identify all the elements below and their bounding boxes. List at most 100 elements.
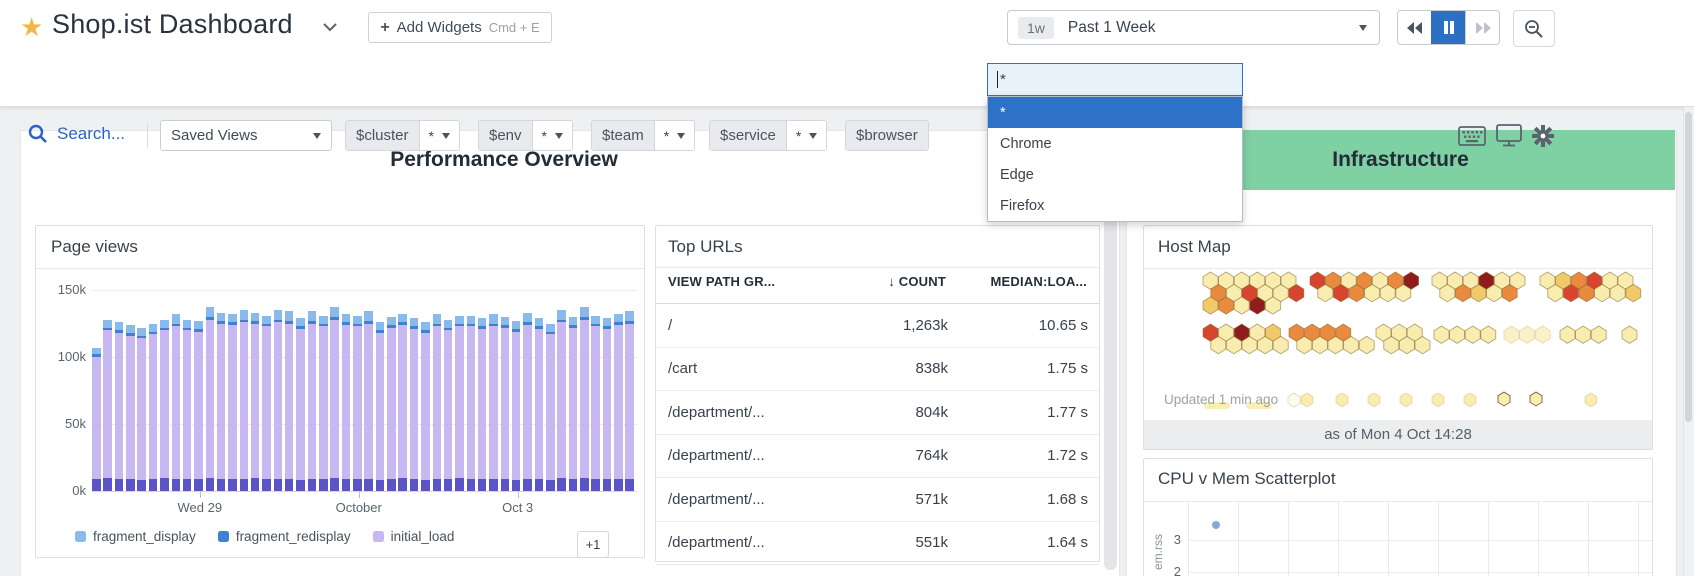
- time-range-selector[interactable]: 1w Past 1 Week: [1007, 10, 1380, 45]
- bar-segment-fragment_redisplay: [489, 323, 498, 327]
- table-header-row[interactable]: VIEW PATH GR... ↓ COUNT MEDIAN:LOA...: [668, 274, 1088, 289]
- scatter-gridline-h: [1188, 540, 1652, 541]
- bar-segment-fragment_display: [614, 314, 623, 323]
- host-hex-cluster[interactable]: [1539, 271, 1642, 303]
- favorite-star-icon[interactable]: ★: [20, 12, 43, 42]
- dropdown-option[interactable]: Chrome: [988, 128, 1242, 159]
- bar-segment-initial_load: [580, 319, 589, 478]
- host-hex-cluster[interactable]: [1375, 323, 1431, 355]
- group-vertical-scrollbar[interactable]: [1104, 218, 1117, 570]
- bar-segment-fragment_redisplay: [319, 323, 328, 327]
- browser-var-input[interactable]: *: [987, 63, 1243, 96]
- column-view-path[interactable]: VIEW PATH GR...: [668, 274, 836, 289]
- host-hexagon[interactable]: [1431, 392, 1445, 408]
- host-hexagon[interactable]: [1503, 325, 1520, 344]
- host-hexagon[interactable]: [1399, 392, 1413, 408]
- bar-segment-fragment_redisplay: [614, 322, 623, 325]
- search-control[interactable]: Search...: [28, 124, 125, 144]
- host-hexagon[interactable]: [1519, 325, 1536, 344]
- legend-item[interactable]: fragment_redisplay: [217, 529, 351, 544]
- widget-title: Page views: [51, 237, 138, 256]
- template-var-env[interactable]: $env *: [478, 120, 573, 151]
- keyboard-shortcuts-icon[interactable]: [1458, 126, 1486, 146]
- dropdown-option[interactable]: Edge: [988, 159, 1242, 190]
- add-widgets-button[interactable]: + Add Widgets Cmd + E: [368, 12, 552, 43]
- host-hexagon[interactable]: [1590, 325, 1607, 344]
- host-hexagon[interactable]: [1480, 325, 1497, 344]
- forward-button[interactable]: [1465, 11, 1499, 44]
- template-var-browser[interactable]: $browser: [845, 120, 929, 151]
- column-count[interactable]: ↓ COUNT: [836, 274, 946, 289]
- host-hexagon[interactable]: [1433, 325, 1450, 344]
- host-hex-cluster[interactable]: [1559, 325, 1607, 344]
- var-value: *: [663, 127, 670, 144]
- table-row[interactable]: / 1,263k 10.65 s: [656, 304, 1099, 348]
- caret-down-icon: [554, 132, 563, 139]
- bar-segment-+1_hidden_series: [194, 478, 203, 491]
- bar-segment-fragment_redisplay: [273, 319, 283, 323]
- host-hexagon[interactable]: [1575, 325, 1592, 344]
- host-hex-cluster[interactable]: [1288, 323, 1375, 355]
- template-var-service[interactable]: $service *: [709, 120, 828, 151]
- bar-segment-fragment_redisplay: [591, 323, 600, 327]
- host-hexagon[interactable]: [1463, 392, 1477, 408]
- dropdown-option[interactable]: *: [988, 97, 1242, 128]
- table-row[interactable]: /department/... 764k 1.72 s: [656, 435, 1099, 478]
- host-hexagon[interactable]: [1497, 391, 1511, 407]
- rewind-button[interactable]: [1398, 11, 1431, 44]
- host-hexagon[interactable]: [1300, 392, 1314, 408]
- saved-views-label: Saved Views: [171, 127, 258, 144]
- host-hexagon[interactable]: [1449, 325, 1466, 344]
- host-hex-cluster[interactable]: [1309, 271, 1420, 303]
- page-scrollbar-thumb[interactable]: [1685, 112, 1692, 422]
- bar-segment-initial_load: [534, 328, 544, 479]
- template-var-team[interactable]: $team *: [591, 120, 696, 151]
- table-row[interactable]: /cart 838k 1.75 s: [656, 348, 1099, 391]
- host-hexagon[interactable]: [1287, 392, 1301, 408]
- host-hex-cluster[interactable]: [1202, 271, 1305, 315]
- legend-overflow-badge[interactable]: +1: [577, 531, 609, 558]
- host-hexagon[interactable]: [1559, 325, 1576, 344]
- cell-median: 1.75 s: [1047, 360, 1088, 378]
- table-row[interactable]: /department/... 571k 1.68 s: [656, 478, 1099, 522]
- bar-segment-fragment_redisplay: [114, 330, 124, 333]
- host-hexagon[interactable]: [1335, 392, 1349, 408]
- host-hex-cluster[interactable]: [1431, 271, 1526, 303]
- page-views-chart[interactable]: [92, 290, 637, 491]
- zoom-out-button[interactable]: [1513, 10, 1555, 47]
- host-hex-cluster[interactable]: [1503, 325, 1551, 344]
- bar-segment-initial_load: [511, 331, 521, 481]
- title-chevron-down-icon[interactable]: [322, 22, 338, 32]
- template-var-cluster[interactable]: $cluster *: [345, 120, 460, 151]
- host-hexagon[interactable]: [1529, 391, 1543, 407]
- host-hex-cluster[interactable]: [1202, 323, 1289, 355]
- table-row[interactable]: /department/... 804k 1.77 s: [656, 391, 1099, 435]
- cell-median: 10.65 s: [1038, 316, 1088, 334]
- settings-gear-icon[interactable]: [1532, 125, 1554, 147]
- host-hexagon[interactable]: [1584, 392, 1598, 408]
- tv-mode-icon[interactable]: [1496, 124, 1522, 147]
- x-tick-mark: [358, 492, 360, 498]
- bar-segment-fragment_redisplay: [103, 327, 112, 331]
- y-tick-label: 0k: [72, 483, 86, 498]
- host-hex-cluster[interactable]: [1433, 325, 1497, 344]
- bar-segment-fragment_redisplay: [239, 319, 248, 323]
- bar-segment-fragment_display: [523, 312, 532, 323]
- host-hexagon[interactable]: [1621, 325, 1638, 344]
- dropdown-option[interactable]: Firefox: [988, 190, 1242, 221]
- host-hexagon[interactable]: [1464, 325, 1481, 344]
- column-median-load[interactable]: MEDIAN:LOA...: [946, 274, 1087, 289]
- host-hexagon[interactable]: [1358, 335, 1375, 355]
- saved-views-select[interactable]: Saved Views: [160, 120, 332, 151]
- pause-button[interactable]: [1431, 11, 1465, 44]
- host-hexagon[interactable]: [1534, 325, 1551, 344]
- bar-segment-initial_load: [398, 324, 407, 478]
- host-hex-cluster[interactable]: [1621, 325, 1638, 344]
- scatter-gridline-v: [1588, 502, 1589, 576]
- group-title: Performance Overview: [390, 148, 618, 171]
- bar-segment-initial_load: [625, 323, 634, 479]
- legend-item[interactable]: initial_load: [372, 529, 454, 544]
- table-row[interactable]: /department/... 551k 1.64 s: [656, 522, 1099, 565]
- host-hexagon[interactable]: [1367, 392, 1381, 408]
- legend-item[interactable]: fragment_display: [75, 529, 196, 544]
